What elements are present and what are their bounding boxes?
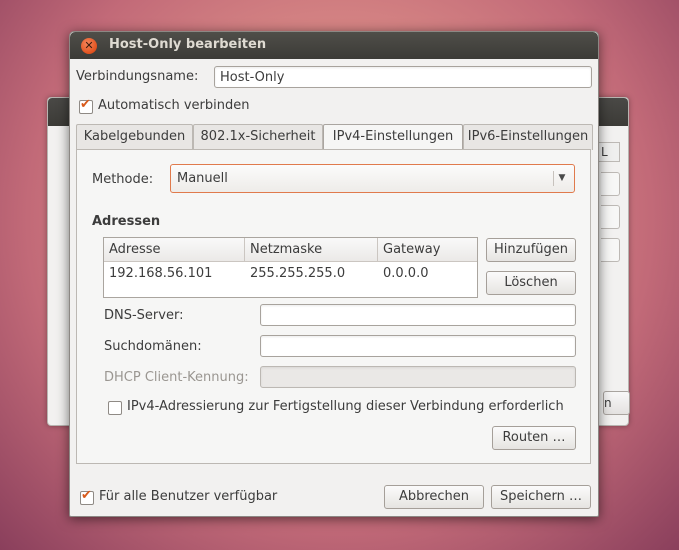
available-all-users-checkbox[interactable] (80, 488, 94, 505)
background-window-tab-fragment: L (598, 142, 620, 162)
tab-wired[interactable]: Kabelgebunden (76, 124, 193, 150)
add-address-button[interactable]: Hinzufügen (486, 238, 576, 262)
chevron-down-icon: ▼ (553, 171, 570, 186)
addresses-table[interactable]: Adresse Netzmaske Gateway 192.168.56.101… (103, 237, 478, 298)
background-window-button-fragment: n (603, 391, 630, 415)
connection-name-label: Verbindungsname: (76, 69, 199, 84)
column-header-gateway[interactable]: Gateway (378, 238, 477, 262)
tab-ipv4-settings[interactable]: IPv4-Einstellungen (323, 124, 463, 151)
dns-server-field[interactable] (260, 304, 576, 326)
auto-connect-checkbox[interactable] (79, 97, 93, 114)
edit-connection-dialog: ✕ Host-Only bearbeiten Verbindungsname: … (69, 31, 599, 517)
dhcp-client-id-field (260, 366, 576, 388)
search-domains-label: Suchdomänen: (104, 339, 202, 354)
connection-name-field[interactable]: Host-Only (214, 66, 592, 88)
background-window-field-edge (601, 238, 620, 262)
cell-netmask[interactable]: 255.255.255.0 (245, 262, 345, 286)
method-combobox[interactable]: Manuell ▼ (170, 164, 575, 193)
background-window-field-edge (601, 205, 620, 229)
close-icon[interactable]: ✕ (81, 38, 97, 54)
dialog-title: Host-Only bearbeiten (109, 37, 267, 52)
search-domains-field[interactable] (260, 335, 576, 357)
addresses-heading: Adressen (92, 214, 161, 229)
available-all-users-label: Für alle Benutzer verfügbar (99, 489, 278, 504)
save-button[interactable]: Speichern … (491, 485, 591, 509)
method-value: Manuell (177, 171, 228, 186)
tab-8021x-security[interactable]: 802.1x-Sicherheit (193, 124, 323, 150)
method-label: Methode: (92, 172, 154, 187)
dns-server-label: DNS-Server: (104, 308, 184, 323)
routes-button[interactable]: Routen … (492, 426, 576, 450)
titlebar: ✕ Host-Only bearbeiten (70, 32, 598, 59)
delete-address-button[interactable]: Löschen (486, 271, 576, 295)
background-window-field-edge (601, 172, 620, 196)
require-ipv4-checkbox[interactable] (108, 401, 122, 415)
column-header-address[interactable]: Adresse (104, 238, 245, 262)
auto-connect-label: Automatisch verbinden (98, 98, 250, 113)
dhcp-client-id-label: DHCP Client-Kennung: (104, 370, 249, 385)
tab-ipv6-settings[interactable]: IPv6-Einstellungen (463, 124, 593, 150)
require-ipv4-label: IPv4-Adressierung zur Fertigstellung die… (127, 399, 564, 414)
cell-address[interactable]: 192.168.56.101 (104, 262, 212, 286)
cell-gateway[interactable]: 0.0.0.0 (378, 262, 428, 286)
column-header-netmask[interactable]: Netzmaske (245, 238, 378, 262)
cancel-button[interactable]: Abbrechen (384, 485, 484, 509)
